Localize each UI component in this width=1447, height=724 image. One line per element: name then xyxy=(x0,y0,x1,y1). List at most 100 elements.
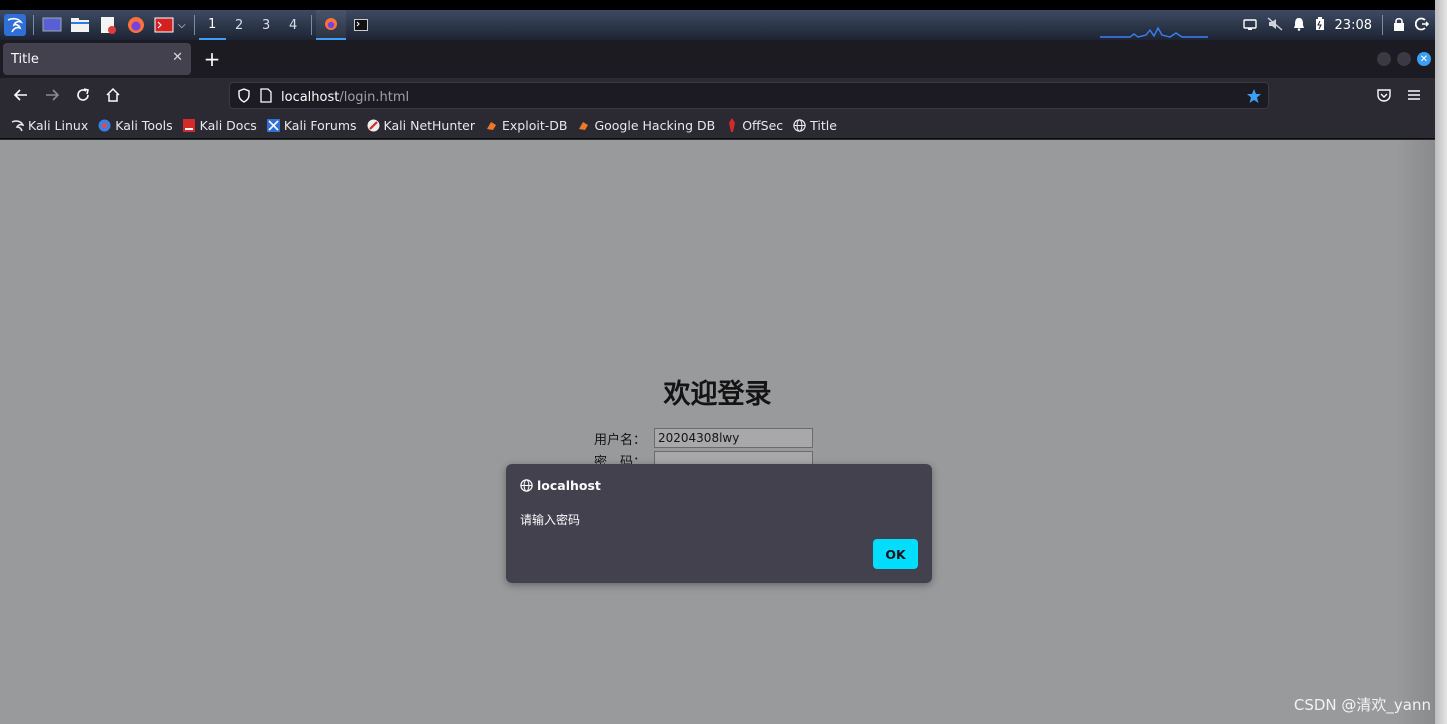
dialog-origin: localhost xyxy=(537,478,601,493)
new-tab-button[interactable]: + xyxy=(201,47,223,71)
shield-icon[interactable] xyxy=(237,88,251,103)
navigation-toolbar: localhost/login.html xyxy=(0,78,1437,112)
notification-bell-icon[interactable] xyxy=(1293,16,1305,35)
pocket-button[interactable] xyxy=(1372,83,1396,107)
kali-forums-icon xyxy=(266,118,280,132)
app-menu-button[interactable] xyxy=(1402,83,1426,107)
window-controls: ✕ xyxy=(1377,52,1431,66)
home-button[interactable] xyxy=(101,83,125,107)
password-row: 密 码： xyxy=(594,451,813,464)
bookmark-label: Google Hacking DB xyxy=(594,117,716,133)
bookmark-kali-linux[interactable]: Kali Linux xyxy=(11,118,88,133)
bookmark-label: OffSec xyxy=(742,117,784,133)
username-row: 用户名： xyxy=(594,428,813,448)
maximize-button[interactable] xyxy=(1397,52,1411,66)
panel-separator xyxy=(310,15,312,35)
back-button[interactable] xyxy=(9,83,33,107)
bookmarks-toolbar: Kali Linux Kali Tools Kali Docs Kali For… xyxy=(0,112,1437,139)
kali-menu-icon[interactable] xyxy=(4,14,26,36)
forward-button[interactable] xyxy=(40,83,64,107)
screen-top-edge xyxy=(0,0,1447,10)
panel-separator xyxy=(33,15,34,35)
url-text: localhost/login.html xyxy=(281,86,409,105)
nethunter-icon xyxy=(367,119,380,132)
bookmark-label: Kali Forums xyxy=(283,117,357,133)
logout-icon[interactable] xyxy=(1414,16,1430,35)
clock[interactable]: 23:08 xyxy=(1335,18,1372,33)
offsec-icon xyxy=(725,118,738,132)
kali-dragon-icon xyxy=(11,119,24,132)
bookmark-label: Kali Linux xyxy=(28,117,89,133)
terminal-launcher-icon[interactable] xyxy=(153,14,175,36)
lock-icon[interactable] xyxy=(1393,16,1405,35)
close-window-button[interactable]: ✕ xyxy=(1417,52,1431,66)
reload-icon xyxy=(77,88,89,101)
workspace-1[interactable]: 1 xyxy=(198,10,226,40)
bookmark-star-icon[interactable] xyxy=(1246,88,1262,104)
tab-title[interactable]: Title ✕ xyxy=(3,43,191,75)
alert-dialog: localhost 请输入密码 OK xyxy=(506,464,932,583)
bookmark-label: Title xyxy=(810,117,837,133)
kali-tools-icon xyxy=(98,119,111,132)
bookmark-kali-tools[interactable]: Kali Tools xyxy=(98,117,173,133)
tab-label: Title xyxy=(11,51,39,67)
bookmark-label: Kali Docs xyxy=(199,117,257,133)
home-icon xyxy=(106,87,120,102)
page-icon[interactable] xyxy=(260,88,272,103)
panel-separator xyxy=(193,15,195,35)
globe-icon xyxy=(793,118,806,132)
taskbar-terminal[interactable] xyxy=(346,10,376,40)
bookmark-kali-docs[interactable]: Kali Docs xyxy=(183,118,257,133)
dialog-message: 请输入密码 xyxy=(520,513,581,527)
page-content: 欢迎登录 用户名： 密 码： xyxy=(0,140,1435,724)
desktop-icon[interactable] xyxy=(41,14,63,36)
bookmark-label: Kali Tools xyxy=(115,117,173,133)
bookmark-google-hacking-db[interactable]: Google Hacking DB xyxy=(577,118,715,133)
file-manager-icon[interactable] xyxy=(69,14,91,36)
os-top-panel: ⌵ 1 2 3 4 23:08 xyxy=(0,10,1437,40)
browser-tab-bar: Title ✕ + ✕ xyxy=(0,40,1437,78)
workspace-2[interactable]: 2 xyxy=(226,10,253,40)
bookmark-label: Kali NetHunter xyxy=(383,117,476,133)
bookmark-title[interactable]: Title xyxy=(793,118,837,133)
url-path: /login.html xyxy=(339,90,410,105)
bookmark-kali-nethunter[interactable]: Kali NetHunter xyxy=(367,118,475,133)
arrow-right-icon xyxy=(46,89,60,101)
hamburger-menu-icon xyxy=(1408,90,1420,100)
content-shade xyxy=(1395,140,1435,724)
minimize-button[interactable] xyxy=(1377,52,1391,66)
system-tray: 23:08 xyxy=(1242,10,1430,40)
terminal-icon xyxy=(353,19,368,31)
ok-button[interactable]: OK xyxy=(873,539,918,569)
password-label: 密 码： xyxy=(594,455,647,464)
window-right-edge xyxy=(1435,0,1447,724)
password-input[interactable] xyxy=(654,451,813,464)
globe-icon xyxy=(520,479,533,492)
pocket-icon xyxy=(1377,89,1391,102)
chevron-down-icon[interactable]: ⌵ xyxy=(178,20,186,31)
workspace-4[interactable]: 4 xyxy=(280,10,307,40)
reload-button[interactable] xyxy=(71,83,95,107)
username-input[interactable] xyxy=(654,428,813,448)
url-bar[interactable]: localhost/login.html xyxy=(229,82,1269,109)
workspace-3[interactable]: 3 xyxy=(253,10,280,40)
taskbar-firefox[interactable] xyxy=(315,10,346,40)
bookmark-exploit-db[interactable]: Exploit-DB xyxy=(485,118,567,133)
watermark: CSDN @清欢_yann xyxy=(1293,696,1431,714)
close-icon[interactable]: ✕ xyxy=(172,50,183,65)
text-editor-icon[interactable] xyxy=(97,14,119,36)
ghdb-icon xyxy=(577,119,590,132)
panel-separator xyxy=(1382,15,1383,35)
firefox-launcher-icon[interactable] xyxy=(125,14,147,36)
volume-muted-icon[interactable] xyxy=(1267,16,1283,35)
battery-icon[interactable] xyxy=(1315,16,1325,35)
url-host: localhost xyxy=(281,90,340,105)
dialog-header: localhost xyxy=(520,478,601,493)
login-heading: 欢迎登录 xyxy=(663,379,772,410)
exploit-db-icon xyxy=(485,119,498,132)
bookmark-kali-forums[interactable]: Kali Forums xyxy=(266,117,357,133)
kali-docs-icon xyxy=(183,118,196,132)
arrow-left-icon xyxy=(13,89,27,101)
monitor-icon[interactable] xyxy=(1242,16,1257,35)
bookmark-offsec[interactable]: OffSec xyxy=(725,118,783,133)
